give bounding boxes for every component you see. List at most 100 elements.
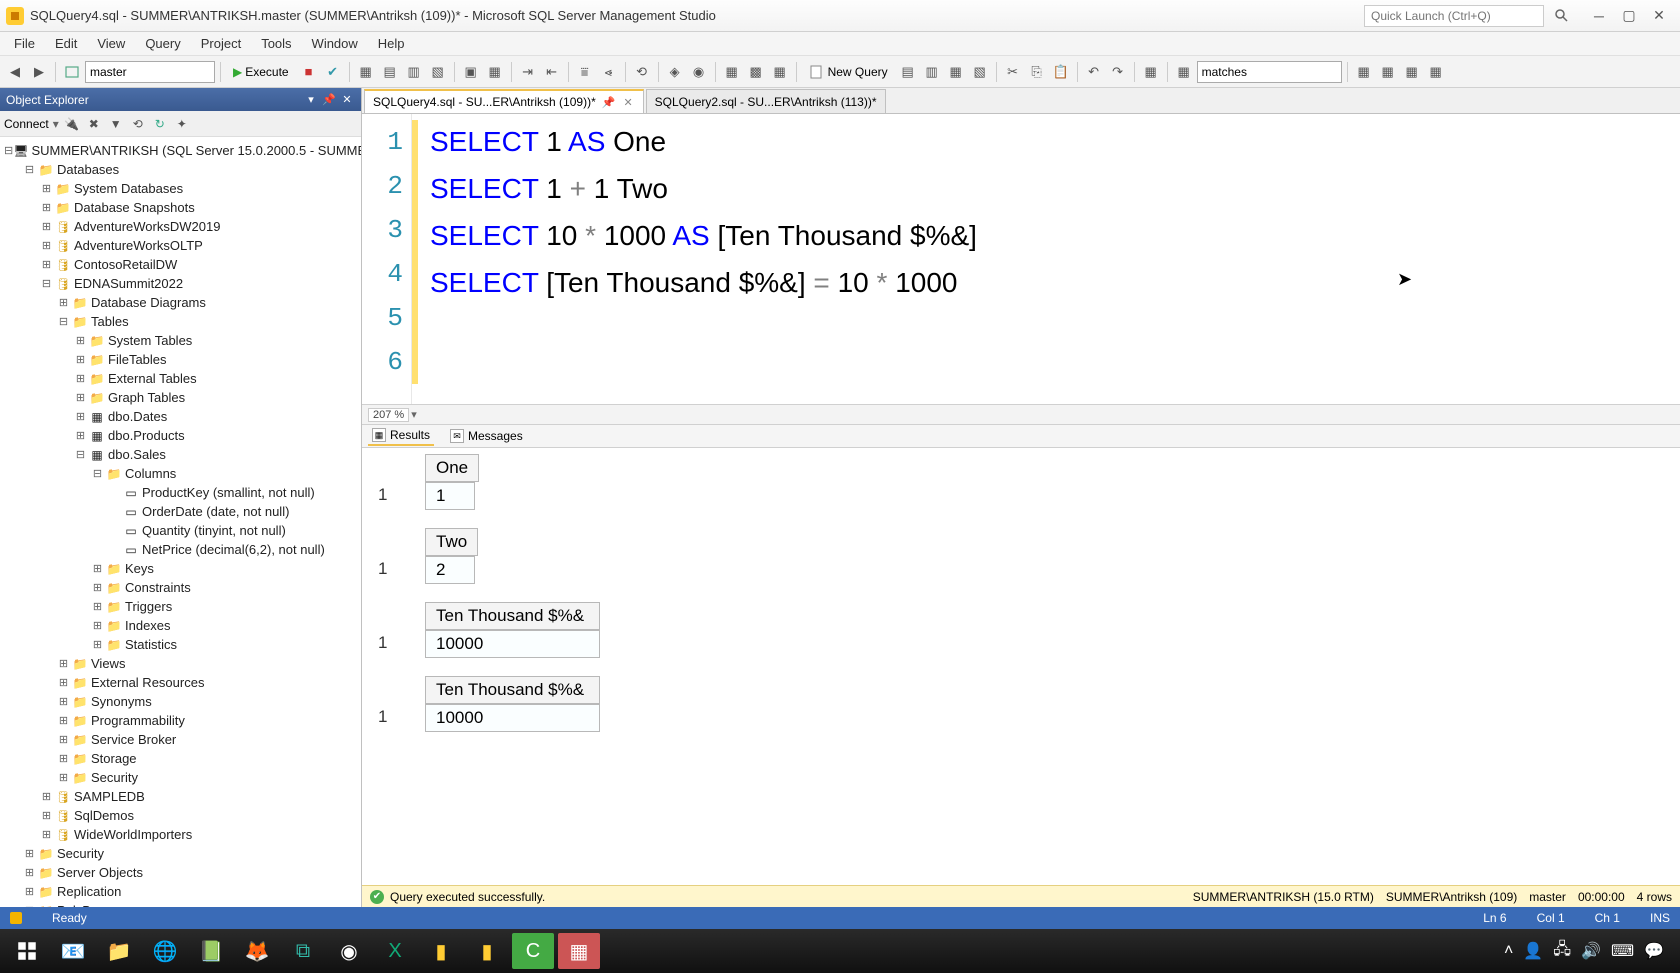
column-header[interactable]: One	[425, 454, 479, 482]
redo-icon[interactable]: ↷	[1107, 61, 1129, 83]
indent-icon[interactable]: ⇥	[517, 61, 539, 83]
tray-people-icon[interactable]: 👤	[1523, 941, 1543, 961]
tree-node[interactable]: ⊟📁Tables	[2, 312, 359, 331]
close-icon[interactable]: ✕	[339, 92, 355, 108]
uncomment-icon[interactable]: ⩹	[598, 61, 620, 83]
result-cell[interactable]: 10000	[425, 704, 600, 732]
object-explorer-tree[interactable]: ⊟🖥SUMMER\ANTRIKSH (SQL Server 15.0.2000.…	[0, 137, 361, 907]
tree-node[interactable]: ⊞📁Security	[2, 844, 359, 863]
taskbar-app-icon[interactable]: 📧	[52, 933, 94, 969]
tool-icon[interactable]: ▤	[897, 61, 919, 83]
tool-icon[interactable]: ▣	[460, 61, 482, 83]
search-icon[interactable]	[1554, 8, 1570, 24]
start-button[interactable]	[6, 933, 48, 969]
tree-node[interactable]: ⊞📁Triggers	[2, 597, 359, 616]
tree-column[interactable]: ▭ProductKey (smallint, not null)	[2, 483, 359, 502]
tool-icon[interactable]: ▦	[484, 61, 506, 83]
quick-launch-input[interactable]	[1364, 5, 1544, 27]
tree-node[interactable]: ⊞📁FileTables	[2, 350, 359, 369]
parse-icon[interactable]: ✔	[322, 61, 344, 83]
results-tab[interactable]: ▦Results	[368, 426, 434, 446]
tree-node[interactable]: ⊞🛢SAMPLEDB	[2, 787, 359, 806]
pin-icon[interactable]: 📌	[600, 96, 618, 109]
undo-icon[interactable]: ↶	[1083, 61, 1105, 83]
menu-query[interactable]: Query	[135, 33, 190, 54]
tree-node[interactable]: ⊞📁System Tables	[2, 331, 359, 350]
taskbar-powerbi-icon[interactable]: ▮	[420, 933, 462, 969]
tool-icon[interactable]: ⟲	[631, 61, 653, 83]
project-icon[interactable]	[61, 61, 83, 83]
tree-node[interactable]: ⊞▦dbo.Products	[2, 426, 359, 445]
connect-label[interactable]: Connect	[4, 117, 49, 131]
tree-node[interactable]: ⊞📁Constraints	[2, 578, 359, 597]
menu-file[interactable]: File	[4, 33, 45, 54]
outdent-icon[interactable]: ⇤	[541, 61, 563, 83]
conn-icon[interactable]: ✖	[85, 115, 103, 133]
tool-icon[interactable]: ▦	[721, 61, 743, 83]
new-query-button[interactable]: New Query	[802, 61, 895, 83]
row-number[interactable]: 1	[370, 556, 425, 584]
cut-icon[interactable]: ✂	[1002, 61, 1024, 83]
menu-help[interactable]: Help	[368, 33, 415, 54]
tool-icon[interactable]: ▥	[921, 61, 943, 83]
menu-edit[interactable]: Edit	[45, 33, 87, 54]
tree-node[interactable]: ⊞📁Programmability	[2, 711, 359, 730]
taskbar-excel-icon[interactable]: X	[374, 933, 416, 969]
tool-icon[interactable]: ▦	[945, 61, 967, 83]
tray-volume-icon[interactable]: 🔊	[1581, 941, 1601, 961]
tree-node[interactable]: ⊞📁Server Objects	[2, 863, 359, 882]
tree-node[interactable]: ⊞📁Keys	[2, 559, 359, 578]
close-icon[interactable]: ✕	[621, 96, 634, 109]
paste-icon[interactable]: 📋	[1050, 61, 1072, 83]
row-number[interactable]: 1	[370, 630, 425, 658]
taskbar-firefox-icon[interactable]: 🦊	[236, 933, 278, 969]
nav-back-icon[interactable]: ◀	[4, 61, 26, 83]
menu-tools[interactable]: Tools	[251, 33, 301, 54]
taskbar-vscode-icon[interactable]: ⧉	[282, 933, 324, 969]
dropdown-icon[interactable]: ▾	[303, 92, 319, 108]
tree-node[interactable]: ⊞📁PolyBase	[2, 901, 359, 907]
tree-node[interactable]: ⊞🛢SqlDemos	[2, 806, 359, 825]
taskbar-edge-icon[interactable]: 🌐	[144, 933, 186, 969]
tree-node[interactable]: ⊞🛢WideWorldImporters	[2, 825, 359, 844]
row-number[interactable]: 1	[370, 482, 425, 510]
tool-icon[interactable]: ▧	[969, 61, 991, 83]
tree-databases[interactable]: ⊟📁Databases	[2, 160, 359, 179]
tree-node[interactable]: ⊞📁Service Broker	[2, 730, 359, 749]
result-cell[interactable]: 2	[425, 556, 475, 584]
taskbar-chrome-icon[interactable]: ◉	[328, 933, 370, 969]
tree-node[interactable]: ⊞📁Views	[2, 654, 359, 673]
maximize-button[interactable]: ▢	[1614, 4, 1644, 28]
tree-node[interactable]: ⊞📁Security	[2, 768, 359, 787]
conn-icon[interactable]: ⟲	[129, 115, 147, 133]
refresh-icon[interactable]: ↻	[151, 115, 169, 133]
copy-icon[interactable]: ⎘	[1026, 61, 1048, 83]
tree-node[interactable]: ⊞▦dbo.Dates	[2, 407, 359, 426]
column-header[interactable]: Ten Thousand $%&	[425, 602, 600, 630]
pin-icon[interactable]: 📌	[321, 92, 337, 108]
tool-icon[interactable]: ◉	[688, 61, 710, 83]
tool-icon[interactable]: ▦	[769, 61, 791, 83]
tool-icon[interactable]: ▩	[745, 61, 767, 83]
taskbar-app-icon[interactable]: C	[512, 933, 554, 969]
code-editor[interactable]: 123456 SELECT 1 AS One SELECT 1 + 1 Two …	[362, 114, 1680, 404]
tray-network-icon[interactable]: 🖧	[1553, 938, 1571, 965]
conn-icon[interactable]: 🔌	[63, 115, 81, 133]
stop-icon[interactable]: ■	[298, 61, 320, 83]
tree-node[interactable]: ⊞📁Database Snapshots	[2, 198, 359, 217]
tray-notification-icon[interactable]: 💬	[1644, 941, 1664, 961]
taskbar-app-icon[interactable]: 📗	[190, 933, 232, 969]
tree-node[interactable]: ⊞📁Indexes	[2, 616, 359, 635]
tool-icon[interactable]: ▦	[355, 61, 377, 83]
results-body[interactable]: One 11 Two 12 Ten Thousand $%& 110000 Te…	[362, 448, 1680, 885]
tree-node[interactable]: ⊞📁Synonyms	[2, 692, 359, 711]
tool-icon[interactable]: ▤	[379, 61, 401, 83]
close-button[interactable]: ✕	[1644, 4, 1674, 28]
taskbar-app-icon[interactable]: ▮	[466, 933, 508, 969]
tab-sqlquery2[interactable]: SQLQuery2.sql - SU...ER\Antriksh (113))*	[646, 89, 886, 113]
tree-node[interactable]: ⊞🛢AdventureWorksDW2019	[2, 217, 359, 236]
tree-node[interactable]: ⊞📁Statistics	[2, 635, 359, 654]
tree-node[interactable]: ⊞📁Storage	[2, 749, 359, 768]
tool-icon[interactable]: ▦	[1401, 61, 1423, 83]
tree-server[interactable]: ⊟🖥SUMMER\ANTRIKSH (SQL Server 15.0.2000.…	[2, 141, 359, 160]
